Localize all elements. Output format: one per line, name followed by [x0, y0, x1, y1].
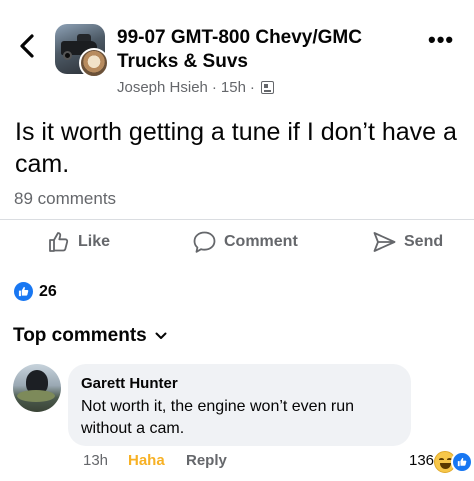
post-meta: Joseph Hsieh · 15h ·: [117, 79, 274, 96]
haha-mouth: [440, 463, 451, 469]
post-actions: Like Comment Send: [0, 226, 474, 260]
comment-button[interactable]: Comment: [192, 230, 298, 254]
comment-icon: [193, 231, 216, 253]
top-comments-filter[interactable]: Top comments: [13, 325, 167, 347]
haha-eye: [439, 458, 444, 461]
reaction-count: 26: [39, 282, 57, 300]
like-icon: [49, 232, 69, 252]
like-button[interactable]: Like: [47, 230, 110, 254]
avatar-fish-shape: [17, 390, 55, 402]
top-comments-label: Top comments: [13, 325, 147, 346]
more-options-icon[interactable]: •••: [428, 29, 454, 51]
back-chevron-icon[interactable]: [17, 32, 39, 60]
audience-icon: [260, 81, 274, 94]
comment-reaction-button[interactable]: Haha: [128, 452, 165, 469]
send-label: Send: [404, 233, 444, 250]
comment-text: Not worth it, the engine won’t even run …: [81, 398, 355, 437]
like-reaction-icon: [451, 451, 473, 473]
meta-separator: ·: [211, 79, 217, 96]
post-reactions[interactable]: 26: [14, 282, 57, 301]
comment-count[interactable]: 89 comments: [14, 189, 116, 209]
reply-button[interactable]: Reply: [186, 452, 227, 469]
divider: [0, 219, 474, 220]
send-icon: [373, 232, 396, 252]
author-name[interactable]: Joseph Hsieh: [117, 79, 208, 96]
comment-author[interactable]: Garett Hunter: [81, 374, 398, 393]
send-button[interactable]: Send: [372, 230, 443, 254]
chevron-down-icon: [155, 332, 167, 339]
like-reaction-icon: [14, 282, 33, 301]
group-name[interactable]: 99-07 GMT-800 Chevy/GMC Trucks & Suvs: [117, 26, 417, 74]
commenter-avatar[interactable]: [13, 364, 61, 412]
user-avatar[interactable]: [79, 48, 109, 78]
truck-wheel-shape: [63, 51, 72, 60]
comment-time: 13h: [83, 452, 109, 469]
comment-reactions[interactable]: [434, 450, 474, 474]
post-header: 99-07 GMT-800 Chevy/GMC Trucks & Suvs Jo…: [0, 0, 474, 105]
post-text: Is it worth getting a tune if I don’t ha…: [15, 118, 457, 178]
post-time[interactable]: 15h: [221, 79, 246, 96]
comment-label: Comment: [224, 233, 298, 250]
like-label: Like: [78, 233, 111, 250]
comment-footer: 13h Haha Reply 136: [83, 450, 474, 474]
comment-reaction-count: 136: [409, 452, 435, 469]
comment-bubble: Garett Hunter Not worth it, the engine w…: [68, 364, 411, 446]
meta-separator: ·: [249, 79, 255, 96]
